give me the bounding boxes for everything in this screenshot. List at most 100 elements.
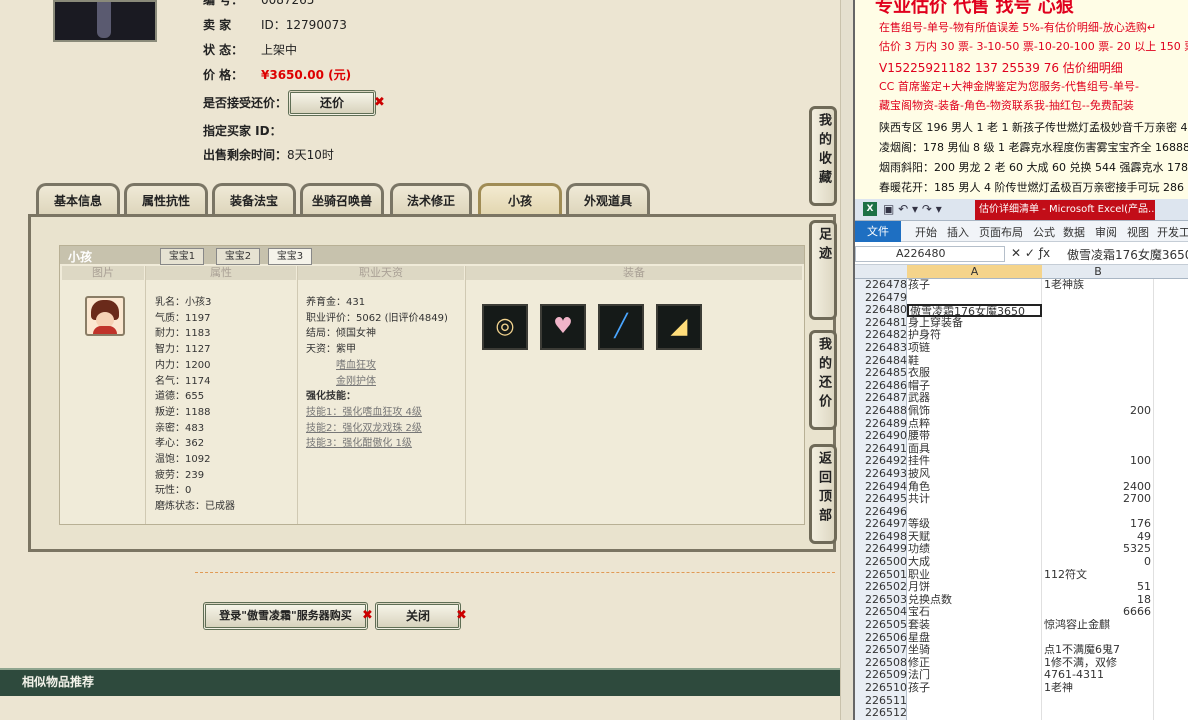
row-number[interactable]: 226495 bbox=[855, 492, 907, 506]
cell-a[interactable]: 挂件 bbox=[907, 455, 1042, 468]
name-box[interactable]: A226480 bbox=[855, 246, 1005, 262]
row-number[interactable]: 226488 bbox=[855, 404, 907, 418]
cell-b[interactable] bbox=[1042, 329, 1154, 342]
login-buy-button[interactable]: 登录"傲雪凌霜"服务器购买 bbox=[203, 602, 368, 630]
cell-b[interactable] bbox=[1042, 392, 1154, 405]
cell-a[interactable]: 腰带 bbox=[907, 430, 1042, 443]
cell-a[interactable]: 职业 bbox=[907, 568, 1042, 582]
col-a-header[interactable]: A bbox=[907, 265, 1042, 278]
cell-b[interactable]: 1老神族 bbox=[1042, 279, 1154, 292]
row-number[interactable]: 226502 bbox=[855, 581, 907, 594]
cell-a[interactable]: 天赋 bbox=[907, 530, 1042, 544]
cell-a[interactable]: 鞋 bbox=[907, 354, 1042, 368]
cell-a[interactable] bbox=[907, 707, 1042, 720]
cell-a[interactable]: 等级 bbox=[907, 518, 1042, 531]
cell-a[interactable]: 披风 bbox=[907, 467, 1042, 481]
cell-b[interactable]: 51 bbox=[1042, 581, 1154, 594]
col-b-header[interactable]: B bbox=[1042, 265, 1154, 278]
cell-a[interactable] bbox=[907, 505, 1042, 519]
cell-b[interactable] bbox=[1042, 467, 1154, 481]
row-number[interactable]: 226480 bbox=[855, 304, 907, 317]
cell-b[interactable] bbox=[1042, 442, 1154, 456]
cell-b[interactable]: 5325 bbox=[1042, 543, 1154, 557]
close-button[interactable]: 关闭 bbox=[375, 602, 461, 630]
tab-mounts[interactable]: 坐骑召唤兽 bbox=[300, 183, 384, 215]
cell-a[interactable]: 傲雪凌霜176女魔3650 bbox=[907, 304, 1042, 317]
cell-b[interactable] bbox=[1042, 430, 1154, 443]
subtab-baby2[interactable]: 宝宝2 bbox=[216, 248, 260, 265]
tab-review[interactable]: 审阅 bbox=[1095, 224, 1117, 240]
tab-basic-info[interactable]: 基本信息 bbox=[36, 183, 120, 215]
cell-a[interactable] bbox=[907, 291, 1042, 305]
cell-a[interactable]: 大成 bbox=[907, 556, 1042, 569]
skill-link[interactable]: 技能1：强化嗜血狂攻 4级 bbox=[306, 405, 448, 421]
cell-a[interactable]: 佩饰 bbox=[907, 404, 1042, 418]
cell-b[interactable]: 176 bbox=[1042, 518, 1154, 531]
cell-a[interactable]: 套装 bbox=[907, 619, 1042, 632]
cell-b[interactable] bbox=[1042, 694, 1154, 708]
cell-b[interactable]: 0 bbox=[1042, 556, 1154, 569]
cell-a[interactable]: 坐骑 bbox=[907, 644, 1042, 657]
cell-b[interactable]: 1修不满，双修 bbox=[1042, 656, 1154, 670]
cell-a[interactable]: 星盘 bbox=[907, 631, 1042, 645]
formula-input[interactable]: 傲雪凌霜176女魔3650 bbox=[1067, 246, 1188, 263]
cell-a[interactable]: 宝石 bbox=[907, 606, 1042, 620]
cell-b[interactable]: 100 bbox=[1042, 455, 1154, 468]
cell-b[interactable]: 1老神 bbox=[1042, 682, 1154, 695]
cell-b[interactable] bbox=[1042, 316, 1154, 330]
tab-equipment[interactable]: 装备法宝 bbox=[212, 183, 296, 215]
cell-b[interactable]: 2400 bbox=[1042, 480, 1154, 494]
cell-a[interactable]: 面具 bbox=[907, 442, 1042, 456]
cell-a[interactable]: 共计 bbox=[907, 493, 1042, 506]
cell-b[interactable] bbox=[1042, 341, 1154, 355]
cell-a[interactable]: 武器 bbox=[907, 392, 1042, 405]
subtab-baby3[interactable]: 宝宝3 bbox=[268, 248, 312, 265]
cell-a[interactable]: 项链 bbox=[907, 341, 1042, 355]
skill-link[interactable]: 技能2：强化双龙戏珠 2级 bbox=[306, 421, 448, 437]
tab-attributes[interactable]: 属性抗性 bbox=[124, 183, 208, 215]
equip-sword-icon[interactable]: ╱ bbox=[598, 304, 644, 350]
row-number[interactable]: 226505 bbox=[855, 618, 907, 632]
cell-a[interactable]: 衣服 bbox=[907, 367, 1042, 380]
tab-layout[interactable]: 页面布局 bbox=[979, 224, 1023, 240]
cell-b[interactable]: 4761-4311 bbox=[1042, 669, 1154, 682]
row-number[interactable]: 226485 bbox=[855, 367, 907, 380]
cell-b[interactable] bbox=[1042, 379, 1154, 393]
cell-a[interactable]: 法门 bbox=[907, 669, 1042, 682]
side-history-button[interactable]: 足迹 bbox=[809, 220, 837, 320]
cell-b[interactable] bbox=[1042, 354, 1154, 368]
cell-b[interactable]: 49 bbox=[1042, 530, 1154, 544]
skill-link[interactable]: 技能3：强化酣傲化 1级 bbox=[306, 436, 448, 452]
cell-a[interactable]: 孩子 bbox=[907, 279, 1042, 292]
equip-shoes-icon[interactable]: ◢ bbox=[656, 304, 702, 350]
tab-child[interactable]: 小孩 bbox=[478, 183, 562, 215]
row-number[interactable]: 226497 bbox=[855, 518, 907, 531]
row-number[interactable]: 226510 bbox=[855, 681, 907, 695]
row-number[interactable]: 226500 bbox=[855, 555, 907, 569]
side-favorites-button[interactable]: 我的收藏 bbox=[809, 106, 837, 206]
cell-b[interactable] bbox=[1042, 707, 1154, 720]
tab-data[interactable]: 数据 bbox=[1063, 224, 1085, 240]
cell-a[interactable]: 月饼 bbox=[907, 581, 1042, 594]
page-scrollbar[interactable] bbox=[840, 0, 853, 720]
row-number[interactable]: 226493 bbox=[855, 467, 907, 481]
cell-b[interactable]: 112符文 bbox=[1042, 568, 1154, 582]
cell-b[interactable]: 18 bbox=[1042, 593, 1154, 607]
tab-spells[interactable]: 法术修正 bbox=[390, 183, 472, 215]
cell-a[interactable]: 孩子 bbox=[907, 682, 1042, 695]
cell-b[interactable] bbox=[1042, 631, 1154, 645]
row-number[interactable]: 226490 bbox=[855, 430, 907, 443]
cell-a[interactable]: 功绩 bbox=[907, 543, 1042, 557]
tab-file[interactable]: 文件 bbox=[855, 221, 901, 242]
cell-b[interactable] bbox=[1042, 417, 1154, 431]
cell-a[interactable] bbox=[907, 694, 1042, 708]
row-number[interactable]: 226507 bbox=[855, 644, 907, 657]
cell-b[interactable] bbox=[1042, 367, 1154, 380]
tab-developer[interactable]: 开发工 bbox=[1157, 224, 1188, 240]
cell-b[interactable] bbox=[1042, 505, 1154, 519]
cell-a[interactable]: 护身符 bbox=[907, 329, 1042, 342]
tab-insert[interactable]: 插入 bbox=[947, 224, 969, 240]
cell-b[interactable] bbox=[1042, 304, 1154, 317]
row-number[interactable]: 226478 bbox=[855, 278, 907, 292]
equip-bag-icon[interactable]: ♥ bbox=[540, 304, 586, 350]
